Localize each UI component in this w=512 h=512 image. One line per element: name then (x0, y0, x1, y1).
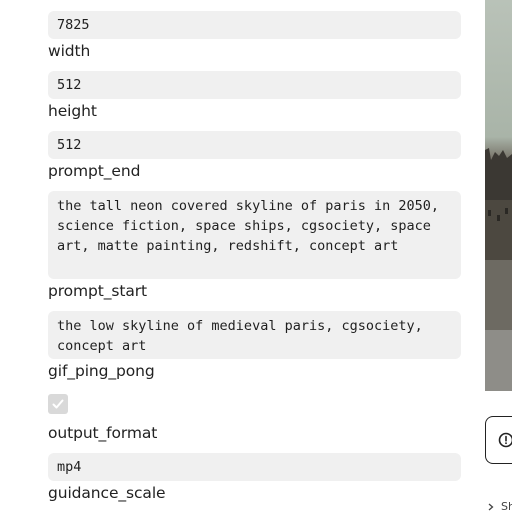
gif-ping-pong-checkbox[interactable] (48, 394, 68, 414)
prompt-start-label: prompt_start (48, 282, 148, 300)
footer-link[interactable]: Sh (487, 500, 512, 512)
prompt-end-label: prompt_end (48, 162, 141, 180)
chevron-right-icon (488, 503, 494, 510)
gif-ping-pong-label: gif_ping_pong (48, 362, 155, 380)
report-button[interactable] (485, 416, 512, 464)
seed-input[interactable]: 7825 (48, 11, 461, 39)
predict-form-page: 7825 width 512 height 512 prompt_end the… (0, 0, 512, 512)
output-format-input[interactable]: mp4 (48, 453, 461, 481)
output-format-label: output_format (48, 424, 158, 442)
guidance-scale-label: guidance_scale (48, 484, 166, 502)
prompt-end-textarea[interactable]: the tall neon covered skyline of paris i… (48, 191, 461, 279)
footer-link-label: Sh (501, 500, 512, 512)
height-label: height (48, 102, 97, 120)
output-preview-image (485, 0, 512, 391)
width-input[interactable]: 512 (48, 71, 461, 99)
info-circle-icon (498, 432, 512, 448)
prompt-start-textarea[interactable]: the low skyline of medieval paris, cgsoc… (48, 311, 461, 359)
width-label: width (48, 42, 91, 60)
height-input[interactable]: 512 (48, 131, 461, 159)
checkmark-icon (52, 399, 64, 409)
